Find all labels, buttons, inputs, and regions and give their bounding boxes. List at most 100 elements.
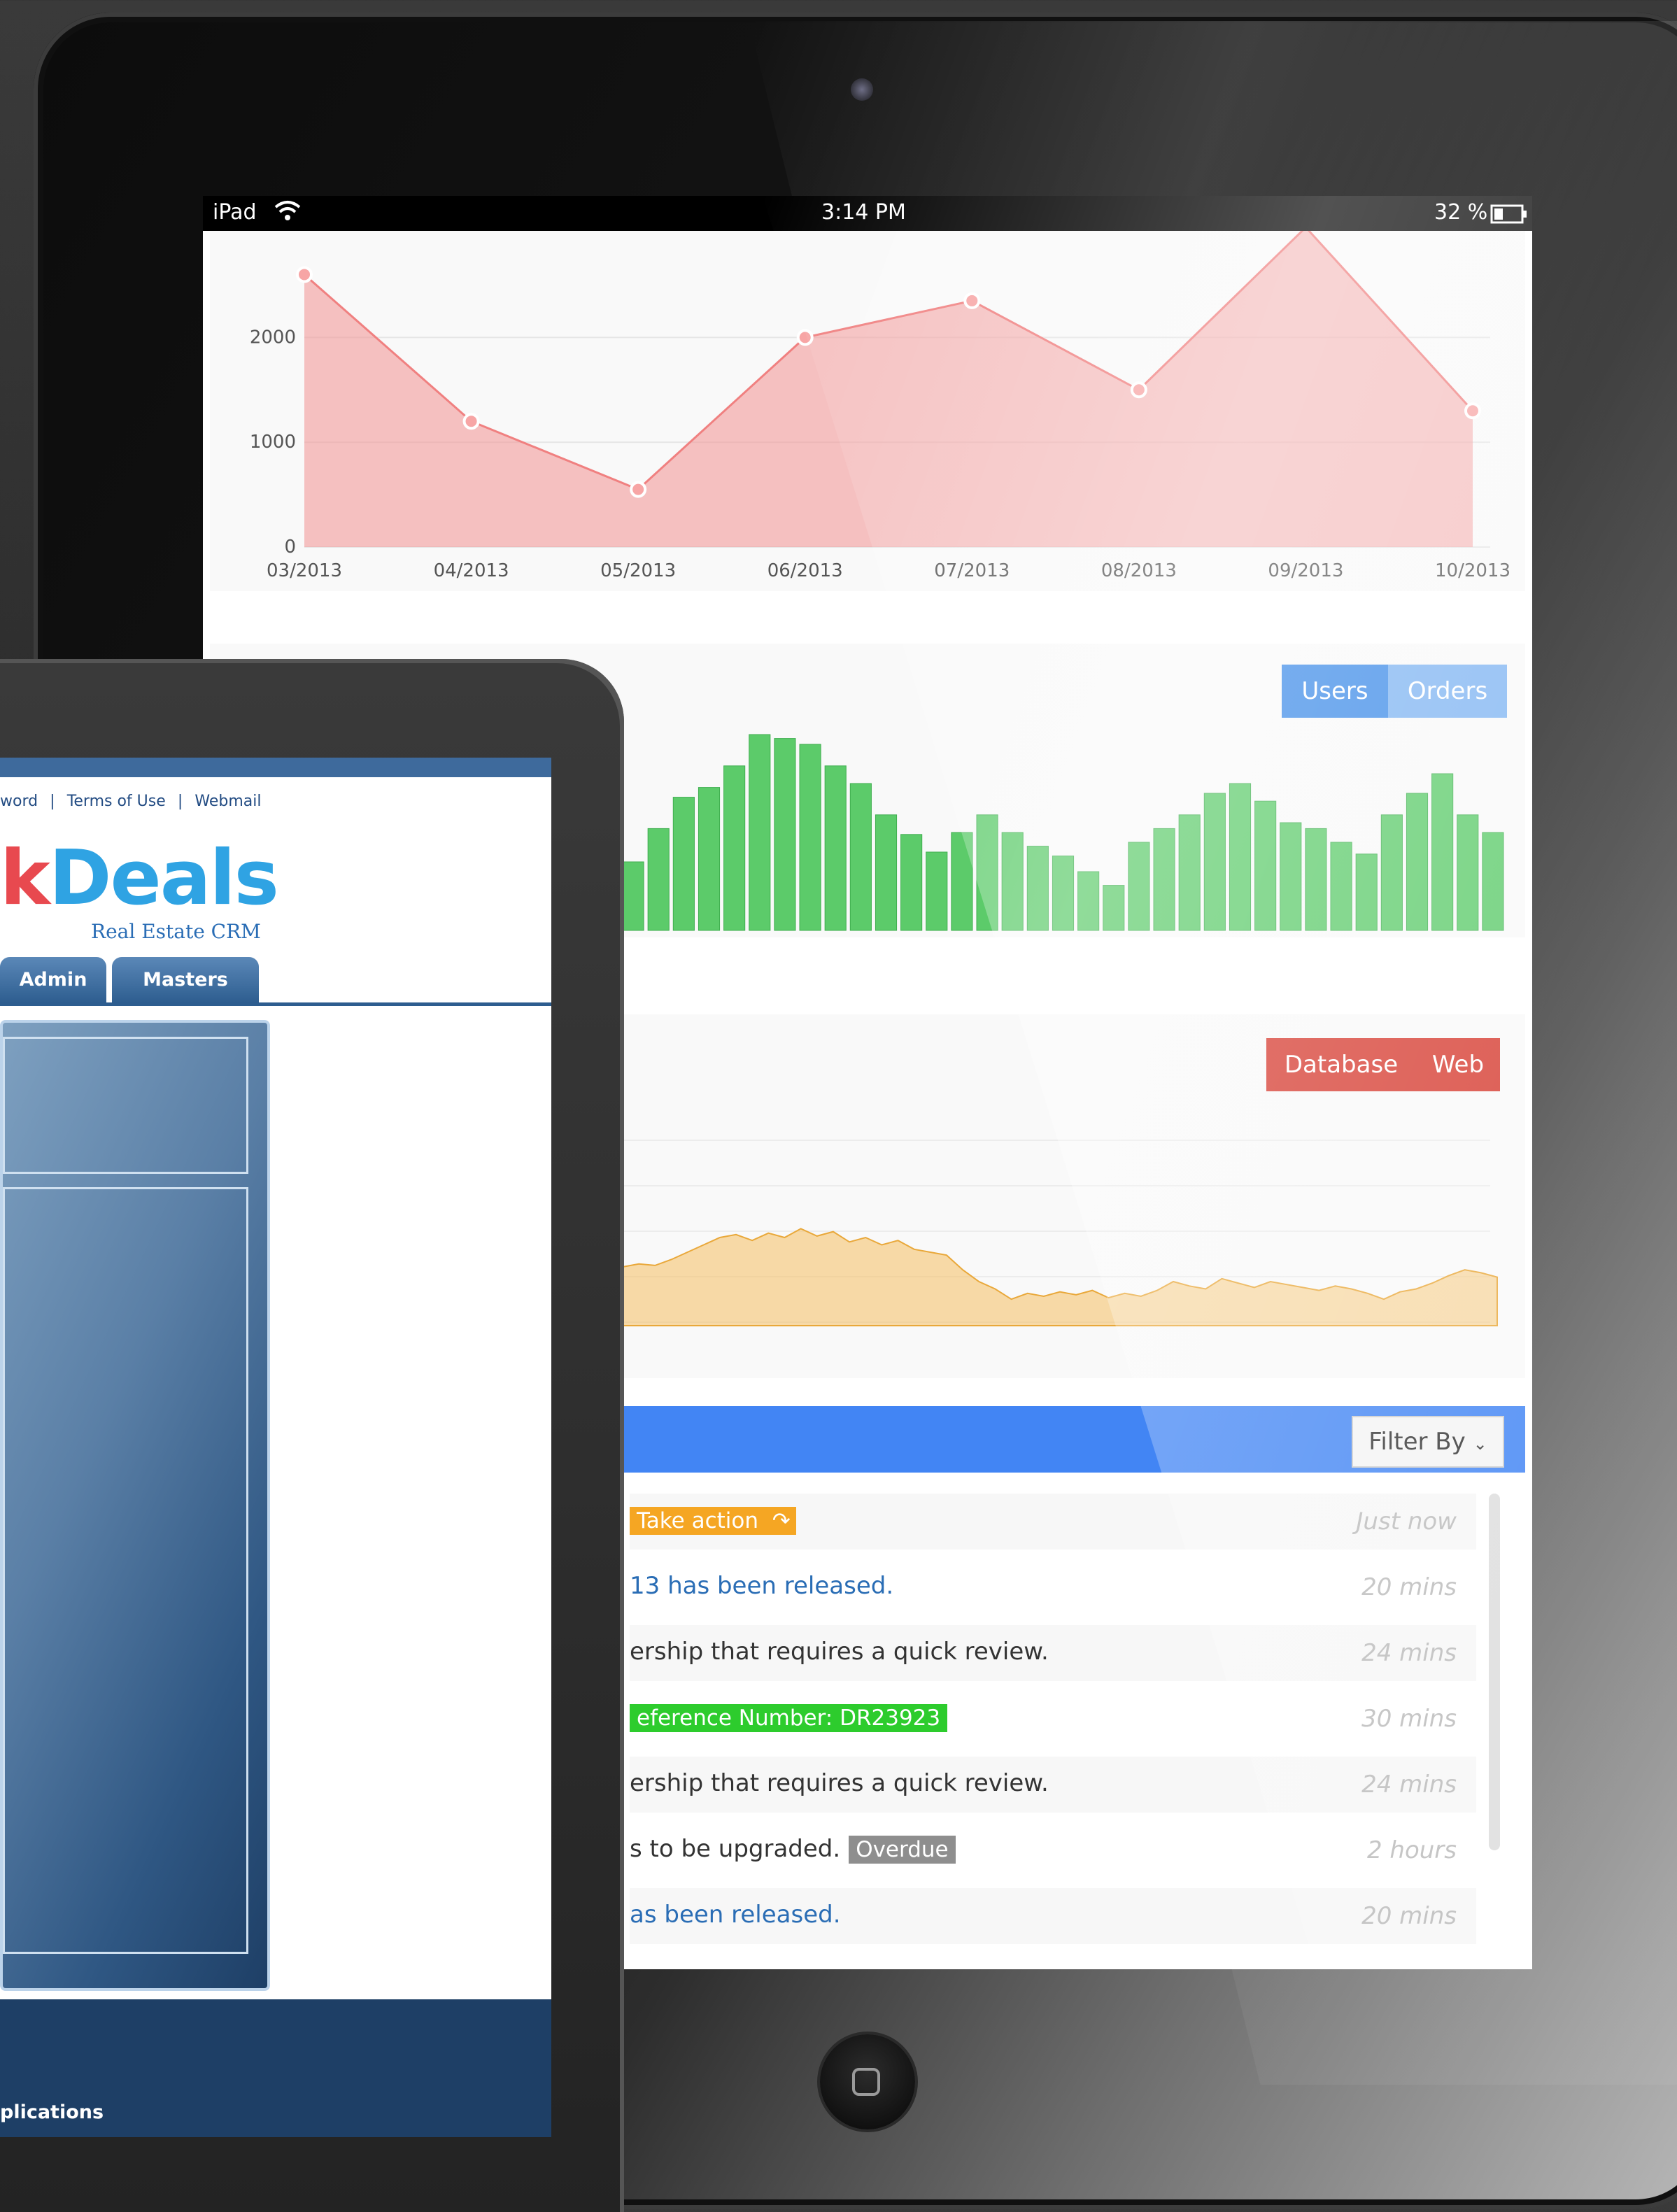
bar[interactable]	[1001, 832, 1024, 931]
footer-bar: plications	[0, 1999, 551, 2137]
clock: 3:14 PM	[821, 200, 906, 225]
feed-message: ership that requires a quick review.	[630, 1638, 1049, 1666]
battery-percent: 32 %	[1434, 200, 1488, 225]
y-tick-label: 2000	[250, 327, 296, 348]
feed-message: s to be upgraded. Overdue	[630, 1835, 956, 1864]
feed-text: as been released.	[630, 1901, 841, 1929]
bar[interactable]	[799, 744, 821, 931]
feed-item[interactable]: ership that requires a quick review. 24 m…	[630, 1757, 1476, 1813]
bar[interactable]	[1305, 828, 1327, 931]
area-chart: 0 1000 2000 03/2013 04/2013 05/2013 06/2013 07/…	[250, 225, 1510, 581]
bar[interactable]	[1128, 842, 1150, 931]
feed-message: Take action ↷	[630, 1506, 796, 1535]
logo: kDeals	[0, 835, 279, 922]
bar[interactable]	[1330, 842, 1352, 931]
battery-icon	[1490, 204, 1528, 229]
bar[interactable]	[824, 765, 847, 931]
feed-text: 13 has been released.	[630, 1572, 894, 1600]
feed-tag[interactable]: Take action	[630, 1507, 765, 1535]
bar[interactable]	[774, 738, 796, 931]
bar[interactable]	[1457, 814, 1479, 931]
bar[interactable]	[1153, 828, 1175, 931]
content-panel	[0, 1020, 270, 1991]
bar[interactable]	[926, 851, 948, 931]
bar[interactable]	[1026, 846, 1049, 931]
feed-item[interactable]: as been released. 20 mins	[630, 1888, 1476, 1944]
data-point[interactable]	[796, 329, 814, 346]
bar[interactable]	[1178, 814, 1201, 931]
feed-text: ership that requires a quick review.	[630, 1638, 1049, 1666]
bar[interactable]	[1280, 822, 1302, 931]
left-tablet-screen: word | Terms of Use | Webmail kDeals Rea…	[0, 758, 551, 2137]
feed-scrollbar[interactable]	[1489, 1494, 1500, 1850]
wifi-icon	[273, 197, 302, 231]
logo-subtitle: Real Estate CRM	[91, 920, 261, 943]
feed-time: 20 mins	[1361, 1573, 1457, 1601]
bar[interactable]	[1254, 800, 1277, 931]
bar[interactable]	[672, 797, 695, 931]
x-tick-label: 05/2013	[600, 560, 676, 581]
webmail-link[interactable]: Webmail	[194, 793, 261, 810]
x-tick-label: 10/2013	[1435, 560, 1510, 581]
x-tick-label: 08/2013	[1101, 560, 1177, 581]
status-bar: iPad 3:14 PM 32 %	[203, 196, 1532, 231]
footer-link[interactable]: plications	[0, 2101, 104, 2123]
bar[interactable]	[875, 814, 898, 931]
tab-admin[interactable]: Admin	[0, 957, 106, 1003]
bar[interactable]	[849, 783, 872, 931]
feed-tag[interactable]: Overdue	[849, 1836, 956, 1864]
data-point[interactable]	[462, 413, 480, 430]
bar[interactable]	[647, 828, 670, 931]
front-camera	[851, 78, 873, 101]
feed-tag[interactable]: eference Number: DR23923	[630, 1704, 948, 1732]
x-tick-label: 06/2013	[767, 560, 843, 581]
x-tick-label: 09/2013	[1268, 560, 1343, 581]
bar[interactable]	[698, 787, 721, 931]
logo-text: Deals	[48, 835, 279, 922]
bar[interactable]	[951, 832, 973, 931]
feed-time: 24 mins	[1361, 1639, 1457, 1667]
feed-time: Just now	[1356, 1508, 1457, 1536]
password-link[interactable]: word	[0, 793, 38, 810]
feed-item[interactable]: ership that requires a quick review. 24 m…	[630, 1625, 1476, 1681]
bar[interactable]	[1077, 871, 1100, 931]
bar[interactable]	[1103, 885, 1125, 931]
bar[interactable]	[1229, 783, 1252, 931]
feed-message: eference Number: DR23923	[630, 1703, 948, 1732]
feed-item[interactable]: 13 has been released. 20 mins	[630, 1559, 1476, 1615]
feed-item[interactable]: eference Number: DR23923 30 mins	[630, 1691, 1476, 1747]
tab-divider	[0, 1002, 551, 1006]
bar[interactable]	[622, 861, 644, 931]
bar[interactable]	[723, 765, 746, 931]
data-point[interactable]	[630, 481, 647, 498]
feed-time: 30 mins	[1361, 1705, 1457, 1733]
share-arrow-icon: ↷	[765, 1507, 796, 1535]
bar[interactable]	[1203, 793, 1226, 931]
feed-item[interactable]: s to be upgraded. Overdue 2 hours	[630, 1822, 1476, 1878]
data-point[interactable]	[1130, 381, 1147, 399]
bar[interactable]	[1406, 793, 1429, 931]
filter-dropdown[interactable]: Filter By ⌄	[1352, 1416, 1504, 1468]
filter-label: Filter By	[1368, 1428, 1466, 1456]
bar[interactable]	[976, 814, 998, 931]
data-point[interactable]	[1464, 402, 1481, 420]
bar[interactable]	[1431, 773, 1454, 931]
feed-time: 24 mins	[1361, 1771, 1457, 1799]
data-point[interactable]	[963, 292, 981, 309]
feed-time: 20 mins	[1361, 1902, 1457, 1930]
chevron-down-icon: ⌄	[1473, 1434, 1487, 1454]
bar[interactable]	[900, 834, 923, 931]
x-tick-label: 04/2013	[434, 560, 509, 581]
bar[interactable]	[1380, 814, 1403, 931]
y-tick-label: 1000	[250, 432, 296, 453]
bar[interactable]	[1052, 856, 1075, 931]
tab-masters[interactable]: Masters	[112, 957, 259, 1003]
data-point[interactable]	[296, 266, 313, 283]
top-links: word | Terms of Use | Webmail	[0, 793, 262, 810]
feed-item[interactable]: Take action ↷ Just now	[630, 1494, 1476, 1550]
terms-link[interactable]: Terms of Use	[67, 793, 166, 810]
home-button-icon	[852, 2068, 880, 2096]
bar[interactable]	[1482, 832, 1504, 931]
bar[interactable]	[749, 734, 771, 931]
bar[interactable]	[1355, 853, 1378, 931]
